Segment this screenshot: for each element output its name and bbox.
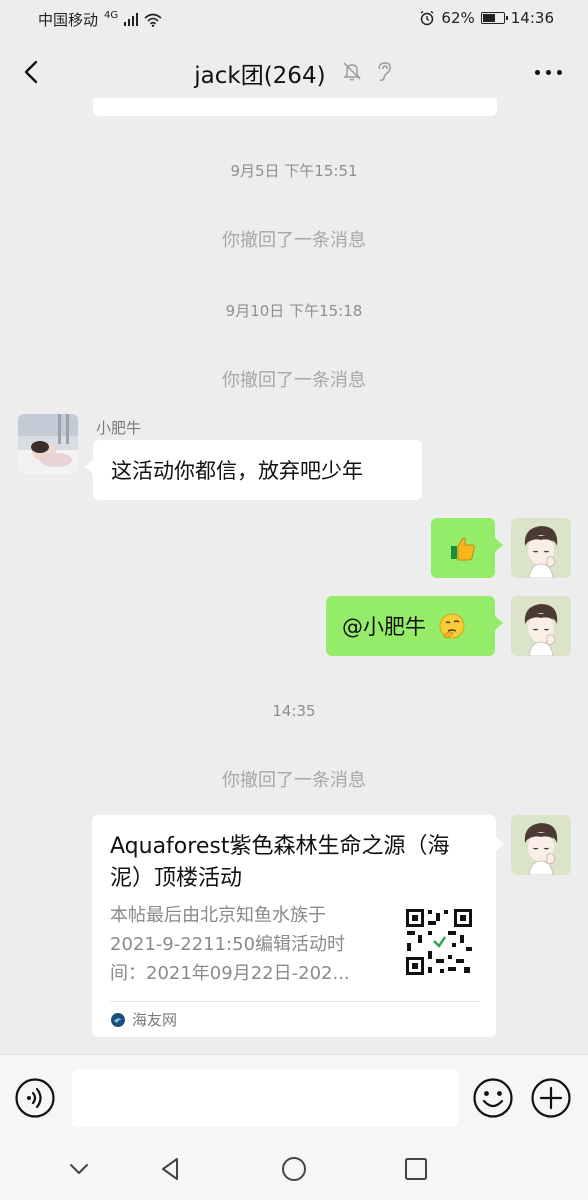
mute-bell-icon bbox=[341, 60, 363, 86]
input-bar bbox=[0, 1054, 588, 1140]
more-dot bbox=[545, 69, 551, 75]
nav-back-button[interactable] bbox=[156, 1154, 186, 1184]
sender-name: 小肥牛 bbox=[96, 419, 142, 437]
carrier-label: 中国移动 bbox=[38, 11, 99, 29]
timestamp: 9月5日 下午15:51 bbox=[230, 162, 358, 180]
signal-icon bbox=[124, 13, 139, 26]
my-avatar[interactable] bbox=[511, 815, 571, 875]
thinking-face-emoji bbox=[439, 613, 465, 639]
received-message-bubble[interactable]: 这活动你都信，放弃吧少年 bbox=[85, 440, 422, 500]
system-message: 你撤回了一条消息 bbox=[222, 230, 366, 251]
collapse-icon bbox=[70, 1164, 88, 1174]
previous-message-bubble[interactable] bbox=[93, 98, 497, 116]
timestamp: 9月10日 下午15:18 bbox=[225, 302, 363, 320]
timestamp: 14:35 bbox=[272, 702, 316, 720]
system-message: 你撤回了一条消息 bbox=[222, 370, 366, 391]
card-title: Aquaforest紫色森林生命之源（海泥）顶楼活动 bbox=[110, 834, 450, 891]
more-options-button[interactable] bbox=[530, 60, 566, 84]
clock: 14:36 bbox=[510, 9, 554, 27]
battery-fill bbox=[482, 14, 495, 22]
voice-icon bbox=[15, 1078, 55, 1118]
my-avatar[interactable] bbox=[511, 596, 571, 656]
message-input[interactable] bbox=[72, 1069, 458, 1127]
status-left: 中国移动 4G bbox=[38, 9, 162, 30]
more-dots-icon bbox=[534, 69, 540, 75]
collapse-button[interactable] bbox=[64, 1154, 94, 1184]
sent-mention-text: @小肥牛 bbox=[342, 615, 426, 639]
system-message: 你撤回了一条消息 bbox=[222, 770, 366, 791]
wifi-icon bbox=[144, 13, 162, 27]
sender-avatar[interactable] bbox=[18, 414, 78, 474]
voice-button[interactable] bbox=[14, 1077, 56, 1119]
emoji-button[interactable] bbox=[472, 1077, 514, 1119]
system-nav-bar bbox=[0, 1140, 588, 1200]
plus-button[interactable] bbox=[530, 1077, 572, 1119]
home-circle-icon bbox=[282, 1157, 306, 1181]
battery-percent: 62% bbox=[441, 9, 475, 27]
battery-icon bbox=[480, 12, 508, 24]
card-divider bbox=[110, 1001, 480, 1002]
received-message-text: 这活动你都信，放弃吧少年 bbox=[111, 459, 363, 483]
my-avatar[interactable] bbox=[511, 518, 571, 578]
nav-home-button[interactable] bbox=[279, 1154, 309, 1184]
alarm-icon bbox=[421, 10, 434, 26]
card-source-name: 海友网 bbox=[132, 1011, 178, 1029]
emoji-icon bbox=[473, 1078, 513, 1118]
status-right: 62% 14:36 bbox=[419, 9, 554, 27]
card-source: 海友网 bbox=[110, 1009, 177, 1030]
thumbs-up-emoji bbox=[451, 537, 475, 561]
sent-mention-bubble[interactable]: @小肥牛 bbox=[326, 596, 503, 656]
nav-recents-button[interactable] bbox=[401, 1154, 431, 1184]
title-group: jack团(264) bbox=[0, 56, 588, 90]
link-card[interactable]: Aquaforest紫色森林生命之源（海泥）顶楼活动 本帖最后由北京知鱼水族于2… bbox=[92, 815, 504, 1037]
network-type: 4G bbox=[104, 10, 119, 21]
more-dot bbox=[556, 69, 562, 75]
status-bar: 中国移动 4G 62% 14:36 bbox=[0, 0, 588, 36]
qr-code-thumbnail bbox=[404, 907, 474, 977]
back-triangle-icon bbox=[162, 1158, 178, 1180]
plus-icon bbox=[531, 1078, 571, 1118]
sent-emoji-bubble[interactable] bbox=[431, 518, 503, 578]
source-logo-icon bbox=[111, 1012, 125, 1027]
earpiece-icon bbox=[374, 60, 394, 86]
card-description: 本帖最后由北京知鱼水族于2021-9-2211:50编辑活动时间：2021年09… bbox=[110, 905, 350, 984]
chat-title: jack团(264) bbox=[194, 63, 326, 89]
recents-square-icon bbox=[405, 1158, 427, 1180]
